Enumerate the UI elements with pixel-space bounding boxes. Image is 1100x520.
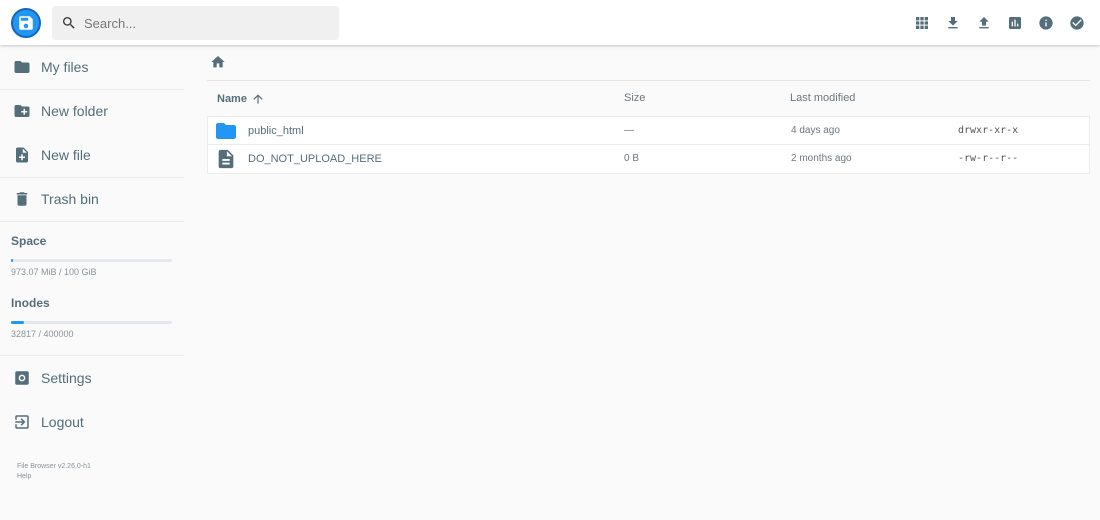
search-input[interactable] bbox=[84, 6, 324, 40]
file-size: 0 B bbox=[624, 153, 640, 164]
bar-chart-icon bbox=[1008, 16, 1021, 29]
check-circle-icon bbox=[1069, 15, 1084, 30]
space-progress-bar bbox=[11, 259, 172, 262]
search-bar[interactable] bbox=[52, 6, 339, 40]
file-list: public_html — 4 days ago drwxr-xr-x DO_N… bbox=[207, 116, 1090, 174]
info-icon bbox=[1038, 15, 1053, 30]
download-icon bbox=[947, 16, 958, 28]
note-add-icon bbox=[13, 146, 31, 164]
inodes-title: Inodes bbox=[11, 296, 50, 310]
sidebar-item-logout[interactable]: Logout bbox=[0, 400, 184, 444]
column-size-header[interactable]: Size bbox=[624, 92, 645, 104]
trash-icon bbox=[13, 190, 31, 208]
folder-icon bbox=[13, 58, 31, 76]
settings-icon bbox=[13, 369, 31, 387]
file-name: DO_NOT_UPLOAD_HERE bbox=[248, 153, 382, 165]
sidebar-item-label: My files bbox=[41, 59, 89, 75]
inodes-usage-text: 32817 / 400000 bbox=[11, 329, 74, 339]
info-button[interactable] bbox=[1030, 7, 1061, 38]
file-name: public_html bbox=[248, 125, 304, 137]
inodes-progress-bar bbox=[11, 321, 172, 324]
file-size: — bbox=[624, 125, 634, 136]
logout-icon bbox=[13, 413, 31, 431]
upload-button[interactable] bbox=[968, 7, 999, 38]
help-link[interactable]: Help bbox=[17, 473, 31, 480]
sidebar: My files New folder New file Trash bin S… bbox=[0, 45, 184, 520]
folder-icon bbox=[214, 119, 238, 143]
select-multiple-button[interactable] bbox=[1061, 7, 1092, 38]
create-folder-icon bbox=[13, 102, 31, 120]
header bbox=[0, 0, 1100, 45]
sidebar-item-trash-bin[interactable]: Trash bin bbox=[0, 177, 184, 221]
space-usage-text: 973.07 MiB / 100 GiB bbox=[11, 267, 97, 277]
column-name-header[interactable]: Name bbox=[217, 92, 265, 106]
file-modified: 4 days ago bbox=[791, 125, 840, 136]
file-icon bbox=[214, 147, 238, 171]
download-button[interactable] bbox=[937, 7, 968, 38]
switch-view-button[interactable] bbox=[906, 7, 937, 38]
inodes-progress-fill bbox=[11, 321, 25, 324]
home-icon bbox=[211, 56, 225, 68]
column-label: Name bbox=[217, 93, 247, 105]
file-permissions: drwxr-xr-x bbox=[958, 125, 1019, 136]
file-row-do-not-upload-here[interactable]: DO_NOT_UPLOAD_HERE 0 B 2 months ago -rw-… bbox=[208, 145, 1089, 173]
sidebar-item-settings[interactable]: Settings bbox=[0, 356, 184, 400]
file-modified: 2 months ago bbox=[791, 153, 852, 164]
sidebar-item-my-files[interactable]: My files bbox=[0, 45, 184, 89]
sidebar-item-label: New folder bbox=[41, 103, 108, 119]
app-logo[interactable] bbox=[11, 8, 41, 38]
file-row-public-html[interactable]: public_html — 4 days ago drwxr-xr-x bbox=[208, 117, 1089, 145]
sidebar-item-label: Logout bbox=[41, 414, 84, 430]
divider bbox=[0, 221, 184, 222]
space-progress-fill bbox=[11, 259, 13, 262]
header-actions bbox=[906, 7, 1092, 38]
sidebar-item-label: Trash bin bbox=[41, 191, 99, 207]
arrow-up-icon bbox=[253, 94, 263, 104]
grid-view-icon bbox=[915, 16, 928, 29]
sidebar-item-label: Settings bbox=[41, 370, 92, 386]
sidebar-item-new-folder[interactable]: New folder bbox=[0, 89, 184, 133]
stats-button[interactable] bbox=[999, 7, 1030, 38]
version-text[interactable]: File Browser v2.26.0-h1 bbox=[17, 463, 91, 470]
breadcrumb-home[interactable] bbox=[207, 52, 229, 72]
file-list-header: Name Size Last modified bbox=[207, 80, 1090, 116]
upload-icon bbox=[978, 16, 989, 28]
column-modified-header[interactable]: Last modified bbox=[790, 92, 855, 104]
space-title: Space bbox=[11, 234, 47, 248]
floppy-disk-icon bbox=[19, 16, 33, 30]
sidebar-item-new-file[interactable]: New file bbox=[0, 133, 184, 177]
file-permissions: -rw-r--r-- bbox=[958, 153, 1019, 164]
sidebar-item-label: New file bbox=[41, 147, 91, 163]
search-icon bbox=[54, 6, 84, 40]
